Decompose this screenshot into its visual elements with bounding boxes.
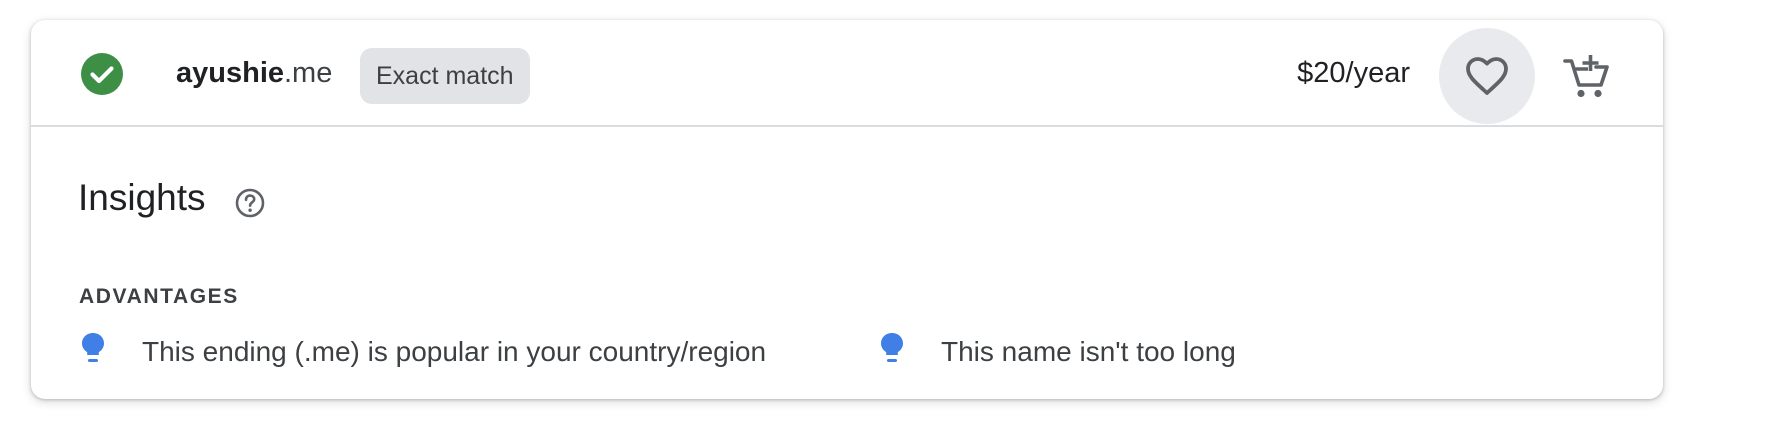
lightbulb-icon	[881, 333, 903, 362]
domain-price: $20/year	[1297, 57, 1410, 89]
advantages-label: ADVANTAGES	[79, 285, 239, 308]
exact-match-badge: Exact match	[360, 48, 530, 104]
check-circle-icon	[81, 53, 123, 95]
insights-title: Insights	[78, 177, 206, 218]
advantage-text: This name isn't too long	[941, 336, 1236, 367]
domain-sld: ayushie	[176, 57, 284, 89]
favorite-button[interactable]	[1439, 28, 1535, 124]
advantage-text: This ending (.me) is popular in your cou…	[142, 336, 767, 367]
domain-result-row: ayushie.me Exact match $20/year	[31, 20, 1663, 127]
domain-tld: .me	[284, 57, 333, 89]
lightbulb-icon	[82, 333, 104, 362]
add-to-cart-button[interactable]	[1555, 44, 1619, 108]
add-shopping-cart-icon	[1563, 55, 1609, 98]
heart-outline-icon	[1466, 57, 1508, 95]
help-circle-icon[interactable]	[234, 187, 266, 219]
domain-name: ayushie.me	[176, 57, 332, 90]
domain-result-card: ayushie.me Exact match $20/year Insights…	[31, 20, 1663, 399]
